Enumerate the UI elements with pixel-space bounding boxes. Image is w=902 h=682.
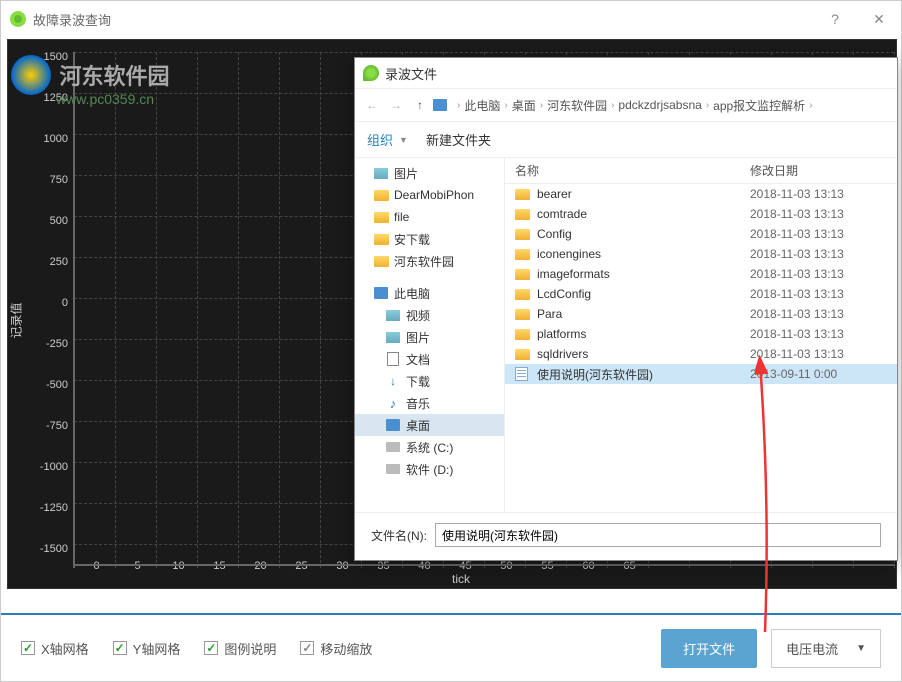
file-list[interactable]: 名称 修改日期 bearer2018-11-03 13:13comtrade20… — [505, 158, 897, 512]
window-title: 故障录波查询 — [33, 10, 111, 29]
dialog-toolbar: 组织 ▼ 新建文件夹 — [355, 122, 897, 158]
drive-icon — [385, 440, 401, 454]
file-row[interactable]: Config2018-11-03 13:13 — [505, 224, 897, 244]
folder-icon — [373, 232, 389, 246]
breadcrumb[interactable]: ›此电脑›桌面›河东软件园›pdckzdrjsabsna›app报文监控解析› — [433, 97, 817, 114]
folder-icon — [515, 249, 531, 260]
folder-icon — [515, 289, 531, 300]
dialog-nav: ← → ↑ ›此电脑›桌面›河东软件园›pdckzdrjsabsna›app报文… — [355, 88, 897, 122]
checkbox-legend[interactable]: 图例说明 — [204, 639, 276, 658]
file-row[interactable]: sqldrivers2018-11-03 13:13 — [505, 344, 897, 364]
file-row[interactable]: comtrade2018-11-03 13:13 — [505, 204, 897, 224]
file-row[interactable]: iconengines2018-11-03 13:13 — [505, 244, 897, 264]
doc-icon — [385, 352, 401, 366]
new-folder-button[interactable]: 新建文件夹 — [426, 130, 491, 149]
checkbox-y-grid[interactable]: Y轴网格 — [113, 639, 181, 658]
download-icon: ↓ — [385, 374, 401, 388]
nav-back-icon[interactable]: ← — [361, 94, 383, 116]
folder-icon — [515, 189, 531, 200]
dialog-app-icon — [363, 65, 379, 81]
file-row[interactable]: 使用说明(河东软件园)2013-09-11 0:00 — [505, 364, 897, 384]
nav-up-icon[interactable]: ↑ — [409, 94, 431, 116]
tree-item[interactable]: 图片 — [355, 326, 504, 348]
folder-icon — [515, 349, 531, 360]
column-name[interactable]: 名称 — [515, 162, 750, 179]
file-list-header[interactable]: 名称 修改日期 — [505, 158, 897, 184]
breadcrumb-item[interactable]: 此电脑 — [464, 97, 500, 114]
folder-icon — [373, 254, 389, 268]
file-row[interactable]: bearer2018-11-03 13:13 — [505, 184, 897, 204]
dialog-title: 录波文件 — [385, 64, 437, 83]
open-file-button[interactable]: 打开文件 — [661, 629, 757, 668]
breadcrumb-item[interactable]: 河东软件园 — [547, 97, 607, 114]
tree-item[interactable]: 桌面 — [355, 414, 504, 436]
folder-icon — [373, 188, 389, 202]
y-axis-line — [73, 52, 75, 568]
tree-item[interactable]: 系统 (C:) — [355, 436, 504, 458]
voltage-current-select[interactable]: 电压电流▼ — [771, 629, 881, 668]
pc-icon — [373, 286, 389, 300]
bottom-bar: X轴网格 Y轴网格 图例说明 移动缩放 打开文件 电压电流▼ — [1, 613, 901, 681]
x-axis-label: tick — [452, 572, 470, 586]
pic-icon — [385, 330, 401, 344]
watermark-logo — [11, 55, 51, 95]
tree-item[interactable]: 图片 — [355, 162, 504, 184]
file-row[interactable]: platforms2018-11-03 13:13 — [505, 324, 897, 344]
tree-item[interactable]: ↓下载 — [355, 370, 504, 392]
pc-icon — [385, 418, 401, 432]
pic-icon — [385, 308, 401, 322]
tree-item[interactable]: 软件 (D:) — [355, 458, 504, 480]
folder-icon — [373, 210, 389, 224]
checkbox-x-grid[interactable]: X轴网格 — [21, 639, 89, 658]
titlebar: 故障录波查询 ? ✕ — [1, 1, 901, 37]
folder-icon — [515, 269, 531, 280]
tree-item[interactable]: 文档 — [355, 348, 504, 370]
watermark: 河东软件园 www.pc0359.cn — [11, 55, 169, 107]
file-open-dialog: 录波文件 ← → ↑ ›此电脑›桌面›河东软件园›pdckzdrjsabsna›… — [354, 57, 898, 561]
filename-label: 文件名(N): — [371, 527, 427, 544]
dialog-titlebar: 录波文件 — [355, 58, 897, 88]
music-icon: ♪ — [385, 396, 401, 410]
tree-item[interactable]: 安下载 — [355, 228, 504, 250]
tree-item[interactable]: 河东软件园 — [355, 250, 504, 272]
folder-icon — [515, 229, 531, 240]
tree-item[interactable]: ♪音乐 — [355, 392, 504, 414]
file-icon — [515, 367, 531, 381]
chevron-down-icon: ▼ — [856, 643, 866, 654]
watermark-url: www.pc0359.cn — [56, 91, 169, 107]
tree-item[interactable]: DearMobiPhon — [355, 184, 504, 206]
tree-item[interactable]: 视频 — [355, 304, 504, 326]
folder-tree[interactable]: 图片DearMobiPhonfile安下载河东软件园此电脑视频图片文档↓下载♪音… — [355, 158, 505, 512]
breadcrumb-item[interactable]: 桌面 — [512, 97, 536, 114]
column-date[interactable]: 修改日期 — [750, 162, 870, 179]
file-row[interactable]: Para2018-11-03 13:13 — [505, 304, 897, 324]
pic-icon — [373, 166, 389, 180]
close-icon[interactable]: ✕ — [857, 1, 901, 37]
file-row[interactable]: imageformats2018-11-03 13:13 — [505, 264, 897, 284]
breadcrumb-item[interactable]: pdckzdrjsabsna — [618, 98, 701, 112]
help-icon[interactable]: ? — [813, 1, 857, 37]
folder-icon — [515, 309, 531, 320]
checkbox-pan-zoom[interactable]: 移动缩放 — [300, 639, 372, 658]
folder-icon — [515, 209, 531, 220]
nav-forward-icon[interactable]: → — [385, 94, 407, 116]
folder-icon — [515, 329, 531, 340]
chevron-down-icon[interactable]: ▼ — [399, 135, 408, 145]
watermark-site: 河东软件园 — [59, 59, 169, 91]
file-row[interactable]: LcdConfig2018-11-03 13:13 — [505, 284, 897, 304]
breadcrumb-item[interactable]: app报文监控解析 — [713, 97, 805, 114]
app-icon — [9, 10, 27, 28]
y-ticks: 1500125010007505002500-250-500-750-1000-… — [28, 52, 68, 585]
drive-icon — [385, 462, 401, 476]
organize-button[interactable]: 组织 — [367, 130, 393, 149]
tree-item[interactable]: 此电脑 — [355, 282, 504, 304]
filename-input[interactable] — [435, 523, 881, 547]
y-axis-label: 记录值 — [8, 302, 25, 338]
x-axis-line — [73, 564, 895, 566]
tree-item[interactable]: file — [355, 206, 504, 228]
dialog-footer: 文件名(N): — [355, 512, 897, 557]
